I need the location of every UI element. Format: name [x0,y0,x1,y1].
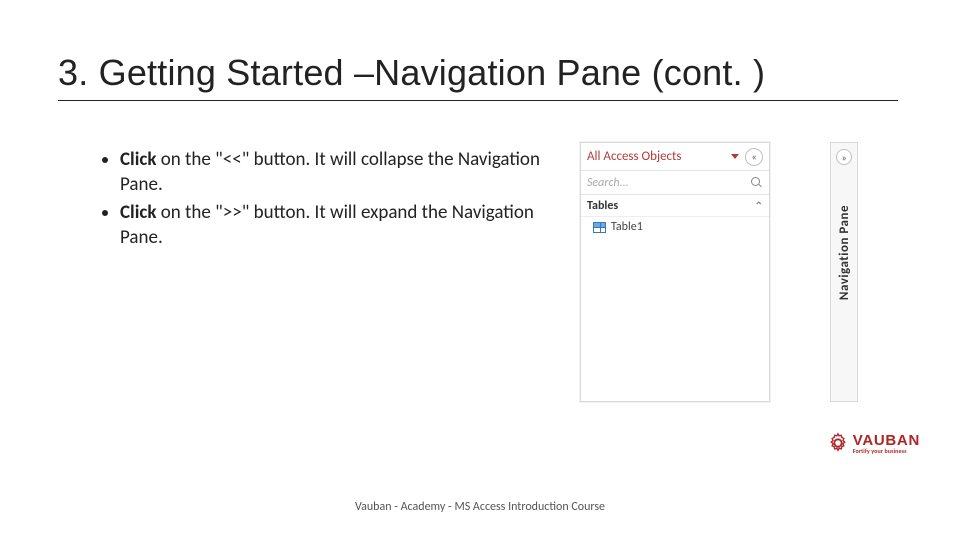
bullet-list: Click on the "<<" button. It will collap… [100,148,550,255]
search-icon [751,177,763,189]
bullet-1-bold: Click [120,148,156,171]
navpane-header-label: All Access Objects [587,149,731,164]
slide-footer: Vauban - Academy - MS Access Introductio… [0,500,960,514]
navpane-screenshot-expanded: All Access Objects « Search... Tables ⌃ … [580,142,770,402]
navpane-search-placeholder: Search... [587,176,751,190]
bullet-2-text: on the ">>" button. It will expand the N… [120,201,534,249]
group-collapse-icon: ⌃ [755,199,763,212]
bullet-2: Click on the ">>" button. It will expand… [120,201,550,250]
slide-title: 3. Getting Started –Navigation Pane (con… [58,52,898,101]
navpane-header: All Access Objects « [581,143,769,171]
navpane-group-tables[interactable]: Tables ⌃ [581,195,769,217]
dropdown-arrow-icon [731,154,739,159]
navpane-search-row[interactable]: Search... [581,171,769,195]
bullet-1: Click on the "<<" button. It will collap… [120,148,550,197]
vauban-logo: VAUBAN Fortify your business [827,432,920,454]
bullet-1-text: on the "<<" button. It will collapse the… [120,148,540,196]
navpane-item-label: Table1 [611,220,643,234]
table-icon [593,222,606,233]
expand-button[interactable]: » [836,149,852,165]
navpane-screenshot-collapsed: » Navigation Pane [830,142,858,402]
navpane-collapsed-label: Navigation Pane [837,205,852,300]
navpane-item-table1[interactable]: Table1 [581,217,769,237]
gear-icon [827,432,849,454]
navpane-group-label: Tables [587,199,618,213]
logo-name: VAUBAN [853,433,920,448]
bullet-2-bold: Click [120,201,156,224]
collapse-button[interactable]: « [745,148,763,166]
logo-tagline: Fortify your business [853,448,920,454]
